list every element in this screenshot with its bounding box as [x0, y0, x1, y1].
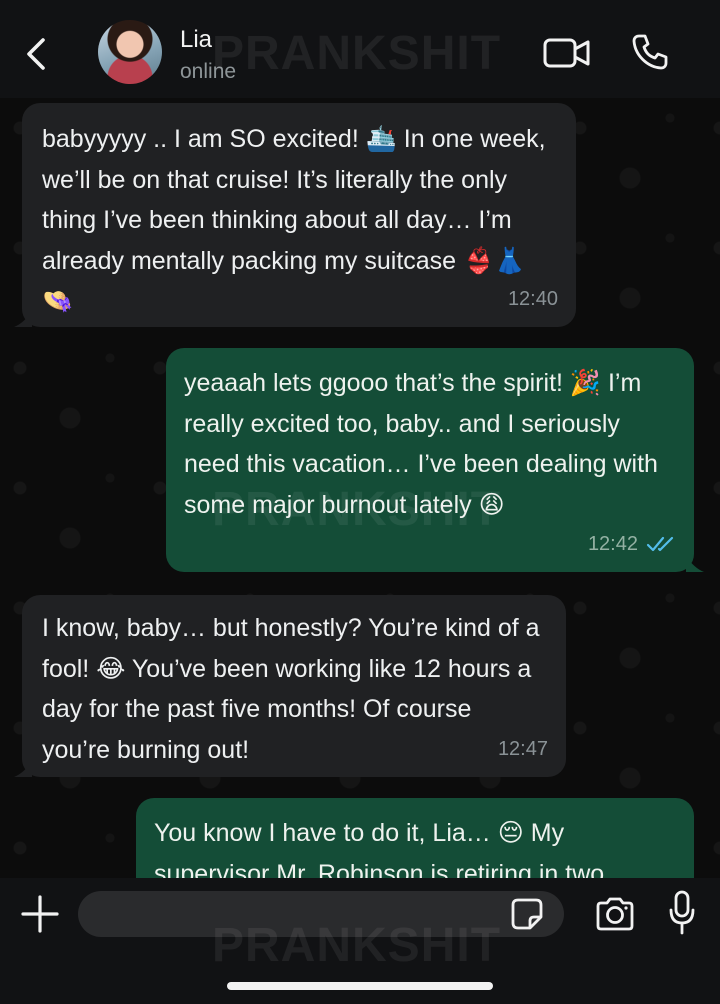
- message-time: 12:40: [507, 287, 558, 310]
- plus-icon[interactable]: [20, 894, 60, 934]
- message-bubble-outgoing[interactable]: yeaaah lets ggooo that’s the spirit! 🎉 I…: [166, 348, 704, 572]
- bubble-tail: [14, 761, 32, 777]
- message-bubble-incoming[interactable]: I know, baby… but honestly? You’re kind …: [14, 595, 566, 777]
- message-text: You know I have to do it, Lia… 😔 My supe…: [154, 819, 605, 878]
- message-list[interactable]: babyyyyy .. I am SO excited! 🛳️ In one w…: [0, 98, 720, 878]
- contact-status: online: [180, 60, 237, 83]
- message-text: I know, baby… but honestly? You’re kind …: [42, 614, 540, 764]
- phone-icon[interactable]: [630, 32, 670, 72]
- double-check-read-icon: [646, 536, 674, 551]
- message-input[interactable]: [78, 891, 564, 937]
- contact-name[interactable]: Lia: [180, 26, 212, 54]
- avatar[interactable]: [98, 20, 162, 84]
- message-meta: 12:42: [588, 524, 676, 565]
- message-meta: 12:40: [508, 279, 558, 320]
- home-indicator[interactable]: [227, 982, 493, 990]
- chat-screen: Lia online PRANKSHIT babyyyyy .. I am SO…: [0, 0, 720, 1004]
- message-text: babyyyyy .. I am SO excited! 🛳️ In one w…: [42, 125, 546, 315]
- video-call-icon[interactable]: [542, 36, 592, 70]
- watermark-top: PRANKSHIT: [212, 27, 502, 80]
- bubble-tail: [686, 556, 704, 572]
- sticker-icon[interactable]: [510, 897, 544, 931]
- chat-header: Lia online PRANKSHIT: [0, 0, 720, 98]
- message-text: yeaaah lets ggooo that’s the spirit! 🎉 I…: [184, 369, 658, 519]
- microphone-icon[interactable]: [668, 890, 696, 936]
- message-bubble-outgoing[interactable]: You know I have to do it, Lia… 😔 My supe…: [136, 798, 694, 878]
- bubble-tail: [14, 311, 32, 327]
- message-time: 12:47: [497, 737, 548, 760]
- camera-icon[interactable]: [594, 896, 636, 932]
- back-arrow-icon[interactable]: [22, 36, 50, 72]
- message-bubble-incoming[interactable]: babyyyyy .. I am SO excited! 🛳️ In one w…: [14, 103, 576, 327]
- message-time: 12:42: [587, 532, 638, 555]
- message-meta: 12:47: [498, 729, 548, 770]
